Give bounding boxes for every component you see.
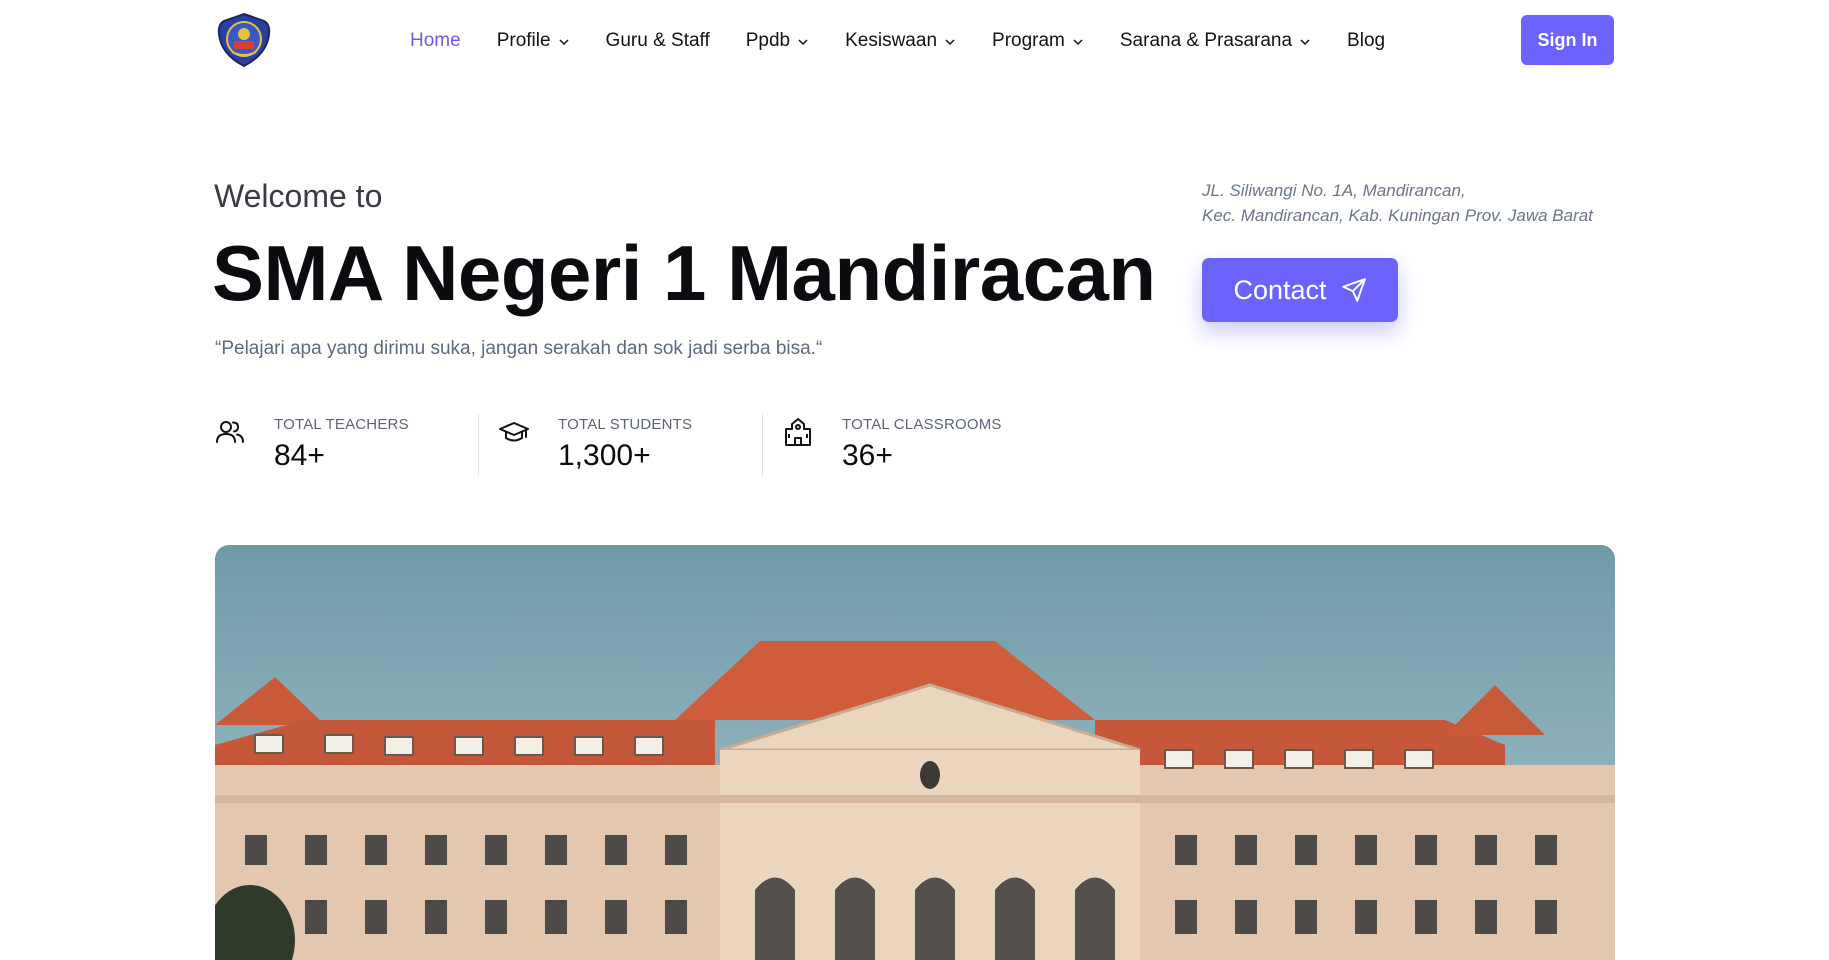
stat-teachers: TOTAL TEACHERS 84+ <box>214 412 498 476</box>
nav-item-label: Kesiswaan <box>845 30 938 51</box>
stat-label: TOTAL TEACHERS <box>274 416 409 433</box>
nav-item-kesiswaan[interactable]: Kesiswaan <box>845 30 956 52</box>
chevron-down-icon <box>559 39 569 46</box>
contact-button-label: Contact <box>1233 274 1327 305</box>
welcome-text: Welcome to <box>214 178 383 214</box>
graduation-cap-icon <box>499 422 529 442</box>
stat-label: TOTAL STUDENTS <box>558 416 693 433</box>
send-icon <box>1341 278 1366 302</box>
nav-item-label: Home <box>410 30 461 51</box>
nav-item-sarana-prasarana[interactable]: Sarana & Prasarana <box>1120 30 1311 52</box>
page-title: SMA Negeri 1 Mandiracan <box>212 229 1156 317</box>
chevron-down-icon <box>1300 39 1310 46</box>
nav-item-home[interactable]: Home <box>410 30 461 52</box>
stat-value: 1,300+ <box>558 439 651 472</box>
users-icon <box>216 421 244 443</box>
stat-value: 36+ <box>842 439 893 472</box>
school-building-photo <box>215 545 1615 960</box>
nav-item-profile[interactable]: Profile <box>497 30 570 52</box>
nav-item-blog[interactable]: Blog <box>1347 30 1385 52</box>
main-navigation: Home Profile Guru & Staff Ppdb Kesiswaan… <box>410 26 1385 56</box>
stat-value: 84+ <box>274 439 325 472</box>
nav-item-label: Guru & Staff <box>605 30 710 51</box>
sign-in-button[interactable]: Sign In <box>1521 15 1614 65</box>
nav-item-label: Ppdb <box>745 30 791 51</box>
nav-item-label: Profile <box>496 30 551 51</box>
chevron-down-icon <box>945 39 955 46</box>
navbar: Home Profile Guru & Staff Ppdb Kesiswaan… <box>0 0 1829 82</box>
stat-label: TOTAL CLASSROOMS <box>842 416 1002 433</box>
school-building-icon <box>785 418 811 446</box>
nav-item-label: Blog <box>1347 30 1386 51</box>
nav-item-program[interactable]: Program <box>992 30 1084 52</box>
chevron-down-icon <box>1073 39 1083 46</box>
school-motto: “Pelajari apa yang dirimu suka, jangan s… <box>215 338 823 359</box>
nav-item-label: Sarana & Prasarana <box>1119 30 1293 51</box>
address-line-2: Kec. Mandirancan, Kab. Kuningan Prov. Ja… <box>1202 206 1593 225</box>
school-logo-icon[interactable] <box>216 12 272 68</box>
nav-item-label: Program <box>992 30 1065 51</box>
nav-item-ppdb[interactable]: Ppdb <box>746 30 809 52</box>
nav-item-guru-staff[interactable]: Guru & Staff <box>606 30 710 52</box>
school-address: JL. Siliwangi No. 1A, Mandirancan, Kec. … <box>1202 178 1593 228</box>
contact-button[interactable]: Contact <box>1202 258 1398 322</box>
stat-classrooms: TOTAL CLASSROOMS 36+ <box>762 412 1066 476</box>
stat-students: TOTAL STUDENTS 1,300+ <box>478 412 782 476</box>
address-line-1: JL. Siliwangi No. 1A, Mandirancan, <box>1202 181 1466 200</box>
chevron-down-icon <box>798 39 808 46</box>
stats-row: TOTAL TEACHERS 84+ TOTAL STUDENTS 1,300+… <box>214 412 1066 476</box>
